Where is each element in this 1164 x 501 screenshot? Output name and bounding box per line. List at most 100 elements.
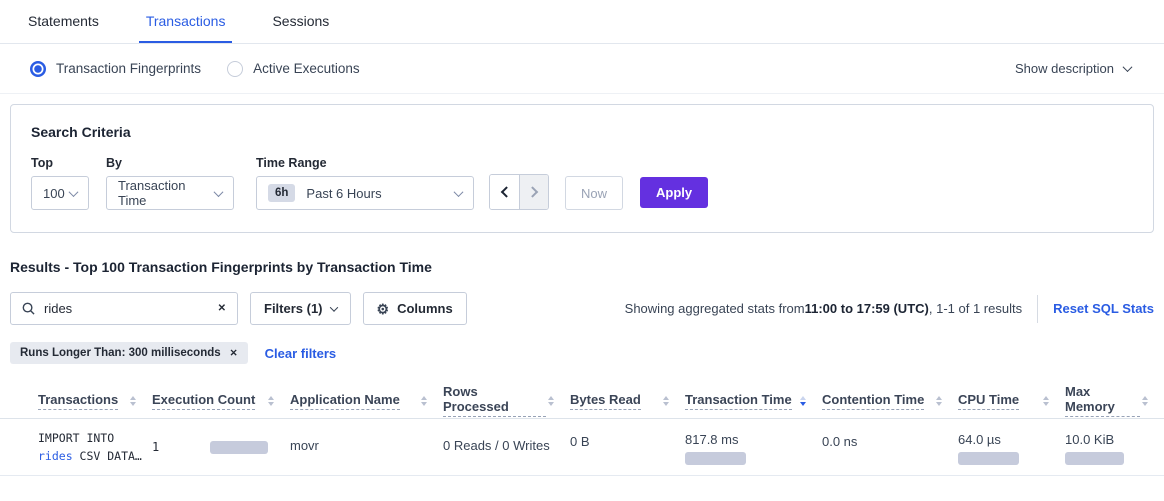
top-label: Top (31, 156, 89, 170)
search-box[interactable]: ✕ (10, 292, 238, 325)
transaction-statement-line1: IMPORT INTO (38, 429, 138, 447)
radio-label: Active Executions (253, 61, 360, 76)
time-range-select[interactable]: 6h Past 6 Hours (256, 176, 474, 210)
columns-button-label: Columns (397, 301, 453, 316)
time-range-value: Past 6 Hours (306, 186, 381, 201)
aggregated-stats-text: Showing aggregated stats from 11:00 to 1… (625, 301, 1022, 316)
table-header-row: Transactions Execution Count Application… (0, 383, 1164, 419)
column-header-transactions[interactable]: Transactions (38, 392, 152, 410)
stats-prefix: Showing aggregated stats from (625, 301, 805, 316)
clear-search-icon[interactable]: ✕ (218, 303, 226, 314)
chevron-down-icon (329, 303, 337, 311)
clear-filters-link[interactable]: Clear filters (265, 346, 337, 361)
rows-processed-value: 0 Reads / 0 Writes (443, 438, 556, 453)
filter-pill-label: Runs Longer Than: 300 milliseconds (20, 347, 221, 359)
max-memory-value: 10.0 KiB (1065, 432, 1150, 447)
max-memory-cell: 10.0 KiB (1065, 429, 1164, 465)
results-toolbar: ✕ Filters (1) ⚙ Columns Showing aggregat… (10, 292, 1154, 325)
search-criteria-card: Search Criteria Top 100 By Transaction T… (10, 104, 1154, 233)
cpu-time-bar (958, 452, 1019, 465)
transaction-fingerprint-link[interactable]: rides (38, 449, 73, 463)
view-toggle-row: Transaction Fingerprints Active Executio… (0, 44, 1164, 94)
reset-sql-stats-link[interactable]: Reset SQL Stats (1053, 301, 1154, 316)
column-header-rows-processed[interactable]: Rows Processed (443, 384, 570, 417)
tab-statements[interactable]: Statements (21, 0, 106, 43)
sort-icon[interactable] (419, 394, 429, 408)
top-group: Top 100 (31, 156, 89, 210)
sort-icon[interactable] (1140, 394, 1150, 408)
apply-button[interactable]: Apply (640, 177, 708, 208)
transactions-table: Transactions Execution Count Application… (0, 383, 1164, 476)
sort-icon[interactable] (128, 394, 138, 408)
show-description-label: Show description (1015, 61, 1114, 76)
sort-icon[interactable] (661, 394, 671, 408)
remove-filter-icon[interactable]: ✕ (230, 348, 238, 359)
transaction-time-cell: 817.8 ms (685, 429, 822, 465)
divider (1037, 295, 1038, 323)
radio-selected-icon (30, 61, 46, 77)
now-button[interactable]: Now (565, 176, 623, 210)
time-range-badge: 6h (268, 184, 295, 202)
time-window-nav (489, 174, 549, 210)
sort-desc-icon[interactable] (798, 394, 808, 408)
column-header-bytes-read[interactable]: Bytes Read (570, 392, 685, 410)
rows-processed-cell: 0 Reads / 0 Writes (443, 429, 570, 453)
table-row: IMPORT INTO rides CSV DATA… 1 movr 0 Rea… (0, 419, 1164, 476)
transaction-statement-line2: rides CSV DATA… (38, 447, 138, 465)
previous-time-window-button[interactable] (490, 175, 519, 209)
stats-time-range: 11:00 to 17:59 (UTC) (805, 301, 929, 316)
by-label: By (106, 156, 234, 170)
execution-count-bar (210, 441, 268, 454)
cpu-time-value: 64.0 µs (958, 432, 1051, 447)
filters-button-label: Filters (1) (264, 301, 323, 316)
tab-sessions[interactable]: Sessions (265, 0, 336, 43)
chevron-down-icon (69, 187, 79, 197)
show-description-toggle[interactable]: Show description (1015, 61, 1131, 76)
radio-transaction-fingerprints[interactable]: Transaction Fingerprints (30, 61, 201, 77)
by-select[interactable]: Transaction Time (106, 176, 234, 210)
sort-icon[interactable] (266, 394, 276, 408)
sort-icon[interactable] (1041, 394, 1051, 408)
sql-activity-tabbar: Statements Transactions Sessions (0, 0, 1164, 44)
column-header-max-memory[interactable]: Max Memory (1065, 384, 1164, 417)
sort-icon[interactable] (934, 394, 944, 408)
application-name-cell: movr (290, 429, 443, 453)
sort-icon[interactable] (546, 394, 556, 408)
time-range-label: Time Range (256, 156, 474, 170)
chevron-left-icon (500, 186, 511, 197)
top-select-value: 100 (43, 186, 65, 201)
radio-active-executions[interactable]: Active Executions (227, 61, 360, 77)
search-input[interactable] (44, 301, 218, 316)
gear-icon: ⚙ (377, 302, 390, 316)
time-range-group: Time Range 6h Past 6 Hours (256, 156, 474, 210)
column-header-application-name[interactable]: Application Name (290, 392, 443, 410)
radio-unselected-icon (227, 61, 243, 77)
next-time-window-button[interactable] (519, 175, 548, 209)
column-header-execution-count[interactable]: Execution Count (152, 392, 290, 410)
columns-button[interactable]: ⚙ Columns (363, 292, 467, 325)
chevron-right-icon (527, 186, 538, 197)
by-select-value: Transaction Time (118, 178, 215, 208)
chevron-down-icon (454, 187, 464, 197)
by-group: By Transaction Time (106, 156, 234, 210)
filters-button[interactable]: Filters (1) (250, 292, 351, 325)
chevron-down-icon (214, 187, 224, 197)
column-header-cpu-time[interactable]: CPU Time (958, 392, 1065, 410)
results-heading: Results - Top 100 Transaction Fingerprin… (10, 259, 1154, 275)
top-select[interactable]: 100 (31, 176, 89, 210)
transaction-fingerprint-cell: IMPORT INTO rides CSV DATA… (38, 429, 152, 465)
column-header-contention-time[interactable]: Contention Time (822, 392, 958, 410)
transaction-time-bar (685, 452, 746, 465)
active-filters-row: Runs Longer Than: 300 milliseconds ✕ Cle… (10, 342, 1154, 364)
execution-count-cell: 1 (152, 429, 290, 456)
column-header-transaction-time[interactable]: Transaction Time (685, 392, 822, 410)
search-criteria-controls: Top 100 By Transaction Time Time Range 6… (31, 156, 1133, 210)
execution-count-value: 1 (152, 438, 159, 456)
max-memory-bar (1065, 452, 1124, 465)
contention-time-value: 0.0 ns (822, 434, 944, 449)
contention-time-cell: 0.0 ns (822, 429, 958, 449)
tab-transactions[interactable]: Transactions (139, 0, 233, 43)
cpu-time-cell: 64.0 µs (958, 429, 1065, 465)
bytes-read-cell: 0 B (570, 429, 685, 449)
bytes-read-value: 0 B (570, 434, 671, 449)
